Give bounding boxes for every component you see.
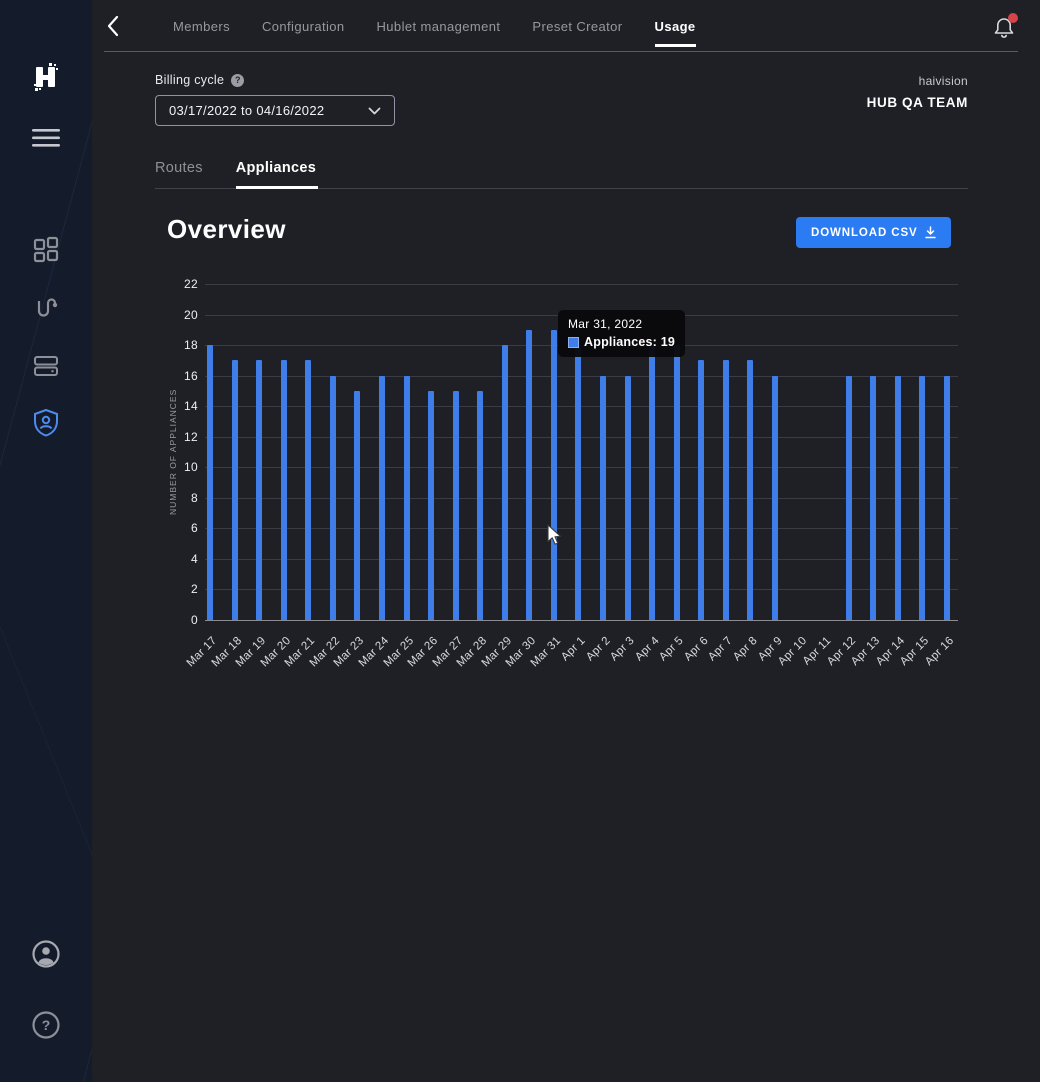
- x-axis-label: Apr 5: [657, 635, 686, 664]
- x-axis-label: Apr 7: [706, 635, 735, 664]
- y-axis-tick-label: 0: [158, 613, 198, 627]
- x-axis-label: Apr 2: [584, 635, 613, 664]
- bar-mar-21[interactable]: [305, 360, 311, 620]
- bar-apr-7[interactable]: [723, 360, 729, 620]
- bar-apr-6[interactable]: [698, 360, 704, 620]
- sidebar-item-appliances[interactable]: [29, 349, 63, 383]
- y-axis-tick-label: 2: [158, 582, 198, 596]
- gridline: [205, 284, 958, 285]
- account-icon[interactable]: [29, 937, 63, 971]
- sidebar-item-routes[interactable]: [29, 290, 63, 324]
- help-icon[interactable]: ?: [29, 1008, 63, 1042]
- y-axis-tick-label: 16: [158, 369, 198, 383]
- x-axis-label: Apr 6: [682, 635, 711, 664]
- y-axis-tick-label: 14: [158, 399, 198, 413]
- bar-mar-22[interactable]: [330, 376, 336, 620]
- tooltip-value: Appliances: 19: [584, 335, 675, 349]
- bar-mar-28[interactable]: [477, 391, 483, 620]
- bar-apr-4[interactable]: [649, 345, 655, 620]
- y-axis-tick-label: 18: [158, 338, 198, 352]
- chart-tooltip: Mar 31, 2022 Appliances: 19: [558, 310, 685, 357]
- bar-mar-26[interactable]: [428, 391, 434, 620]
- bar-apr-8[interactable]: [747, 360, 753, 620]
- bar-apr-3[interactable]: [625, 376, 631, 620]
- y-axis-tick-label: 12: [158, 430, 198, 444]
- y-axis-tick-label: 4: [158, 552, 198, 566]
- sidebar: ?: [0, 0, 92, 1082]
- bar-apr-2[interactable]: [600, 376, 606, 620]
- bar-apr-9[interactable]: [772, 376, 778, 620]
- bar-apr-13[interactable]: [870, 376, 876, 620]
- main-content: Members Configuration Hublet management …: [92, 0, 1040, 1082]
- bar-mar-23[interactable]: [354, 391, 360, 620]
- bar-mar-18[interactable]: [232, 360, 238, 620]
- y-axis-tick-label: 22: [158, 277, 198, 291]
- bar-apr-1[interactable]: [575, 345, 581, 620]
- x-axis-label: Apr 1: [559, 635, 588, 664]
- bar-apr-16[interactable]: [944, 376, 950, 620]
- y-axis-tick-label: 6: [158, 521, 198, 535]
- bar-apr-12[interactable]: [846, 376, 852, 620]
- y-axis-tick-label: 10: [158, 460, 198, 474]
- bar-mar-25[interactable]: [404, 376, 410, 620]
- bar-mar-29[interactable]: [502, 345, 508, 620]
- bar-apr-5[interactable]: [674, 345, 680, 620]
- bar-mar-20[interactable]: [281, 360, 287, 620]
- svg-text:?: ?: [42, 1017, 51, 1033]
- bar-mar-17[interactable]: [207, 345, 213, 620]
- y-axis-tick-label: 20: [158, 308, 198, 322]
- sidebar-item-organization-active[interactable]: [29, 406, 63, 440]
- y-axis-tick-label: 8: [158, 491, 198, 505]
- haivision-logo-icon[interactable]: [33, 60, 59, 97]
- bar-mar-19[interactable]: [256, 360, 262, 620]
- x-axis-label: Apr 4: [633, 635, 662, 664]
- x-axis-label: Apr 8: [731, 635, 760, 664]
- x-axis-label: Apr 3: [608, 635, 637, 664]
- bar-chart: NUMBER OF APPLIANCES Mar 31, 2022 Applia…: [92, 0, 1040, 720]
- bar-mar-30[interactable]: [526, 330, 532, 620]
- x-axis-line: [205, 620, 958, 621]
- legend-swatch: [568, 337, 579, 348]
- bar-mar-27[interactable]: [453, 391, 459, 620]
- menu-hamburger-icon[interactable]: [29, 121, 63, 155]
- bar-apr-15[interactable]: [919, 376, 925, 620]
- app-window: ? Members Configuration Hublet managemen…: [0, 0, 1040, 1082]
- sidebar-item-dashboard[interactable]: [29, 232, 63, 266]
- tooltip-date: Mar 31, 2022: [568, 317, 675, 331]
- bar-apr-14[interactable]: [895, 376, 901, 620]
- bar-mar-31[interactable]: [551, 330, 557, 620]
- bar-mar-24[interactable]: [379, 376, 385, 620]
